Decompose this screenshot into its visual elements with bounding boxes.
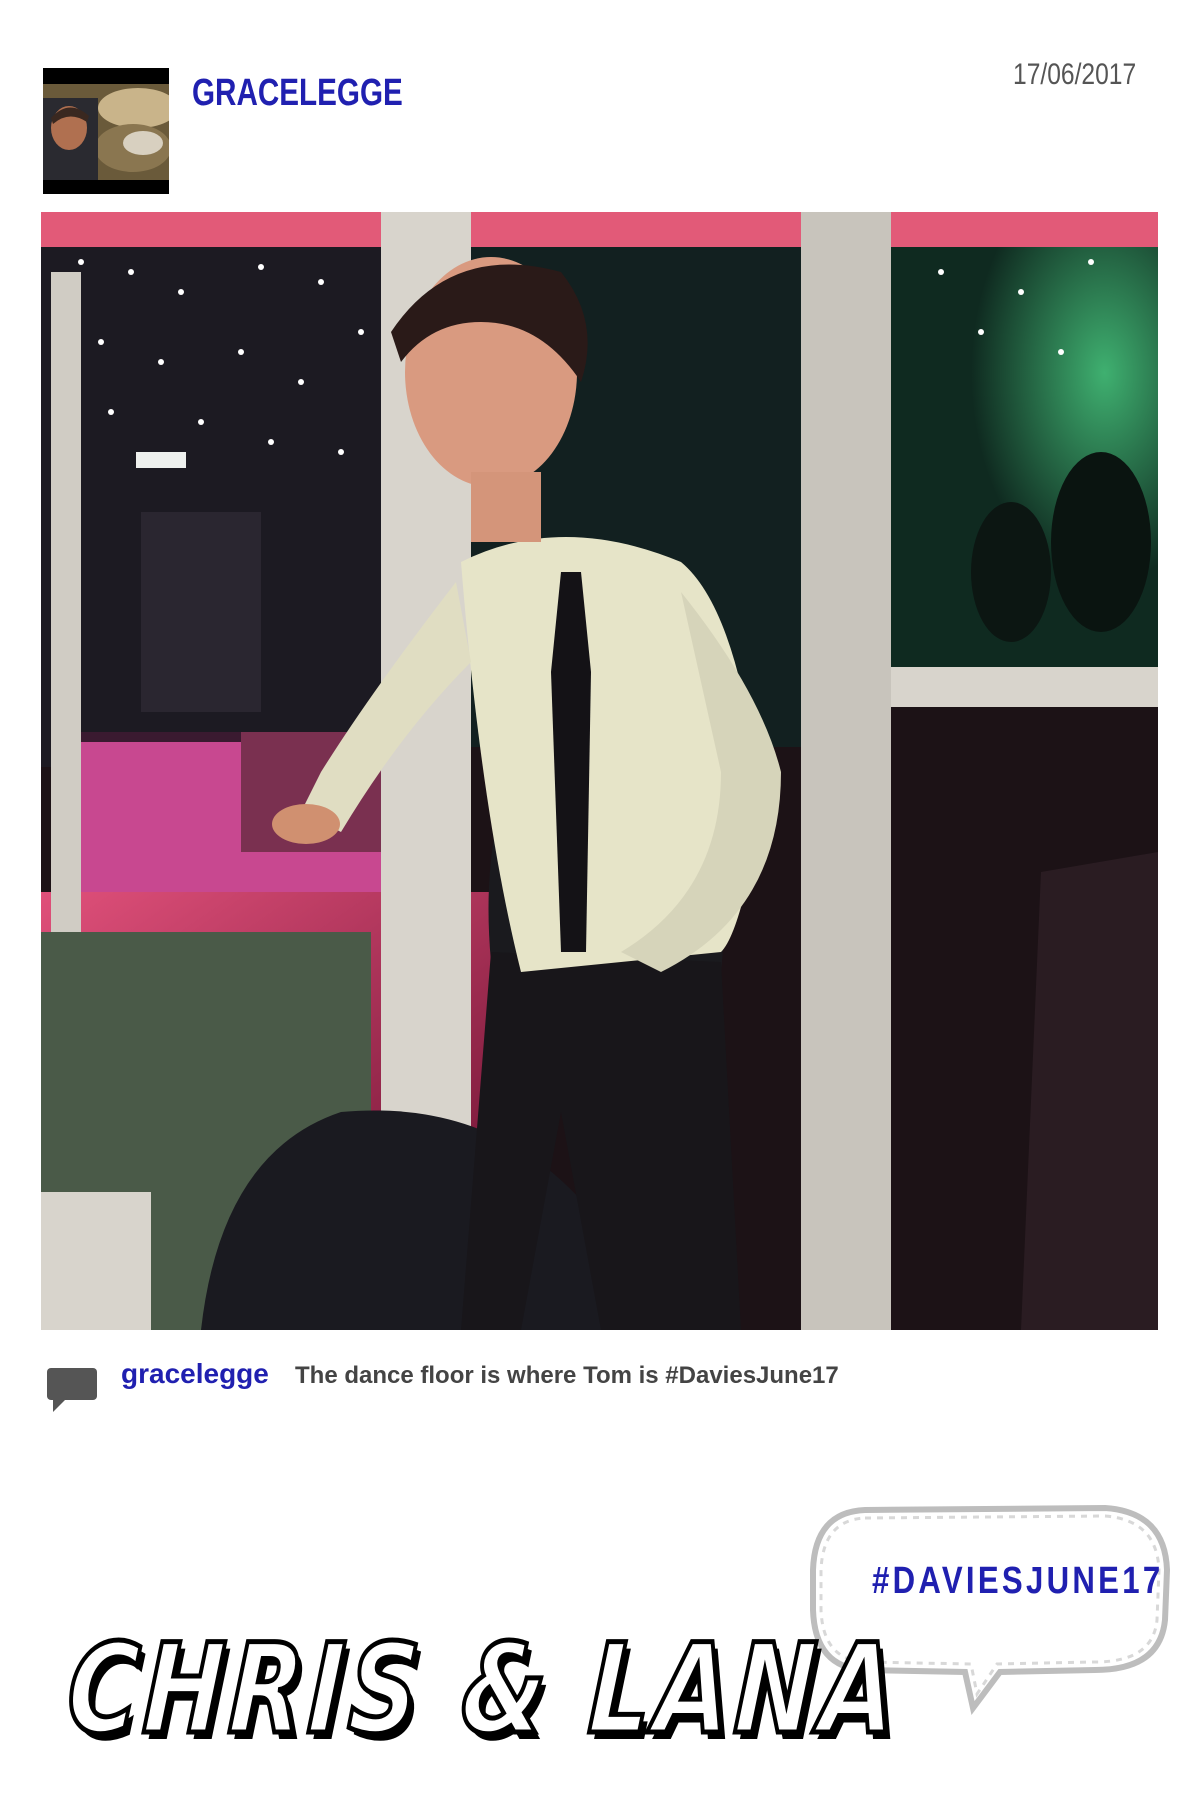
header-username[interactable]: GRACELEGGE: [192, 72, 403, 115]
comment-icon[interactable]: [45, 1366, 99, 1414]
caption-username[interactable]: gracelegge: [121, 1358, 269, 1390]
caption-row: gracelegge The dance floor is where Tom …: [45, 1358, 1145, 1418]
couple-title: CHRIS & LANA: [62, 1616, 906, 1764]
post-photo: [41, 212, 1158, 1330]
hashtag-label[interactable]: #DAVIESJUNE17: [872, 1560, 1163, 1603]
avatar[interactable]: [43, 68, 169, 194]
caption-text: The dance floor is where Tom is #DaviesJ…: [295, 1362, 839, 1389]
avatar-photo: [43, 68, 169, 194]
post-date: 17/06/2017: [1012, 58, 1136, 91]
